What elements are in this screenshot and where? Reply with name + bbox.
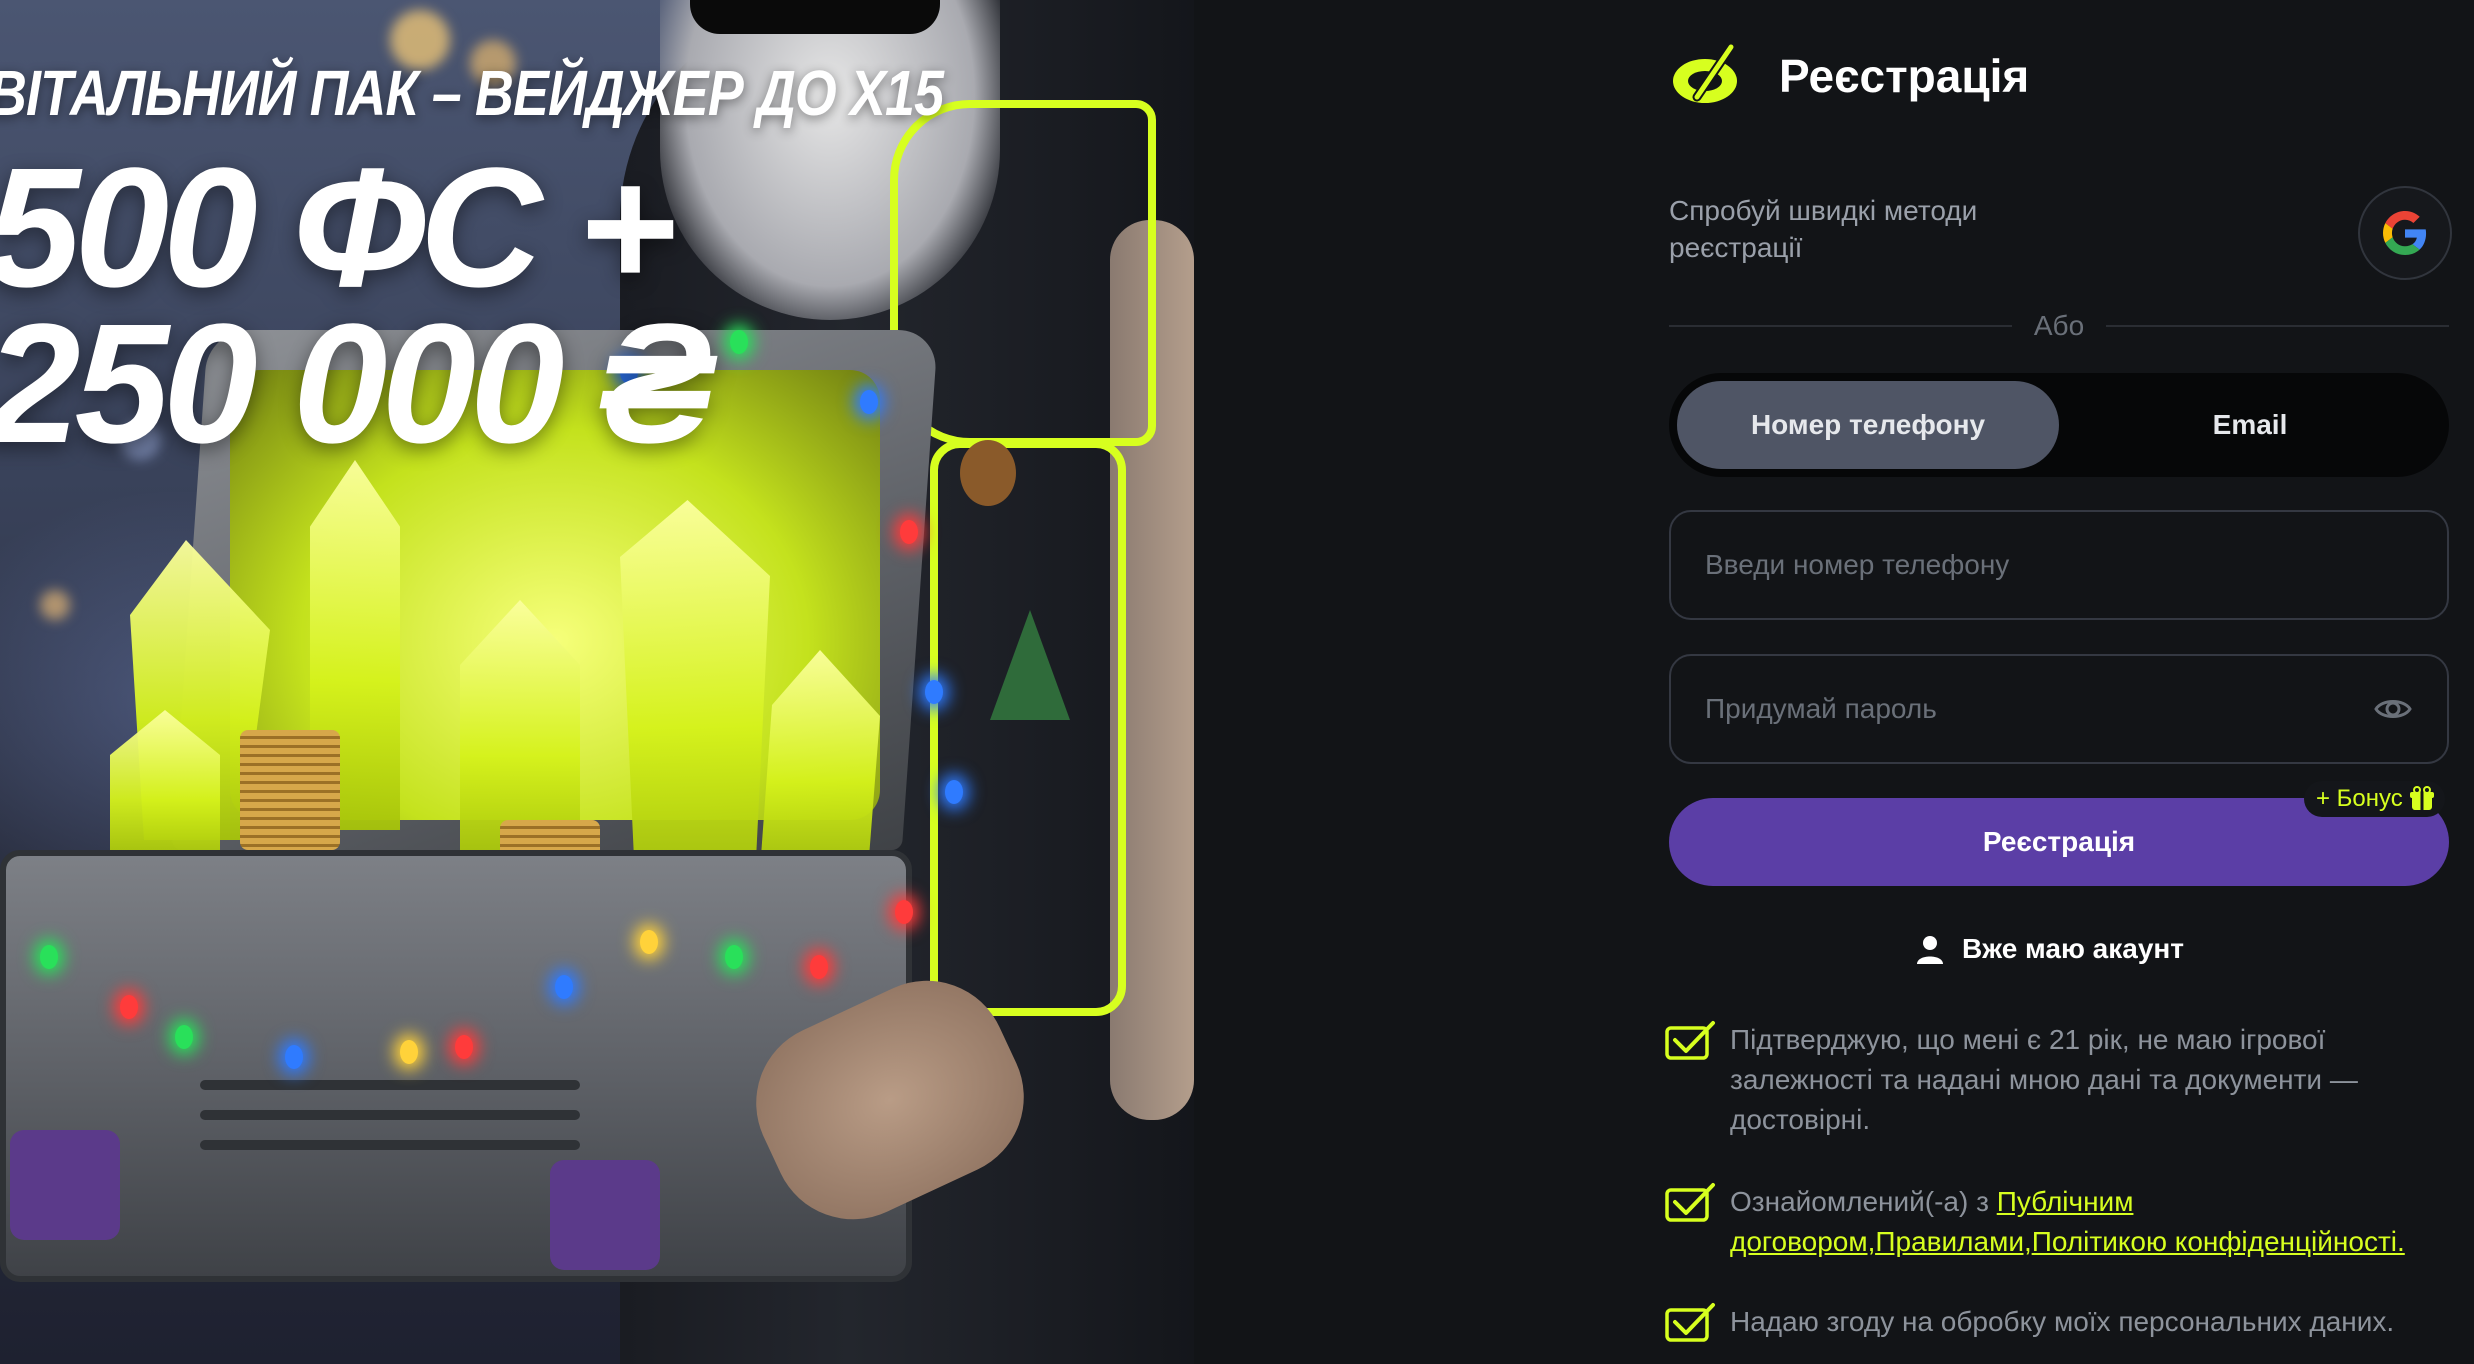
phone-input[interactable] (1703, 548, 2415, 582)
tab-email[interactable]: Email (2059, 381, 2441, 469)
registration-title: Реєстрація (1779, 50, 2030, 102)
promo-title: 500 ФС + 250 000 ₴ (0, 133, 713, 479)
string-light (810, 955, 828, 979)
promo-subtitle: ВІТАЛЬНИЙ ПАК – ВЕЙДЖЕР ДО X15 (0, 57, 944, 129)
chest-corner (550, 1160, 660, 1270)
promo-banner: ВІТАЛЬНИЙ ПАК – ВЕЙДЖЕР ДО X15 500 ФС + … (0, 0, 1194, 1364)
password-field (1669, 654, 2449, 764)
consent-personal-data: Надаю згоду на обробку моїх персональних… (1664, 1302, 2454, 1344)
vest-trim (930, 440, 1126, 1016)
crystal (620, 500, 770, 880)
string-light (40, 945, 58, 969)
string-light (900, 520, 918, 544)
password-input[interactable] (1703, 692, 2371, 726)
consent-personal-data-text: Надаю згоду на обробку моїх персональних… (1730, 1306, 2395, 1337)
or-text: Або (2033, 310, 2085, 341)
google-signup-button[interactable] (2358, 186, 2452, 280)
gift-icon (2409, 786, 2434, 810)
consent-rules-text: Ознайомлений(-а) з Публічним договором,П… (1730, 1182, 2454, 1262)
user-icon (1917, 936, 1943, 964)
quick-methods-text: Спробуй швидкі методи реєстрації (1669, 195, 1978, 263)
have-account-label: Вже маю акаунт (1962, 933, 2185, 964)
string-light (175, 1025, 193, 1049)
string-light (285, 1045, 303, 1069)
show-password-button[interactable] (2371, 687, 2415, 731)
phone-field (1669, 510, 2449, 620)
tab-phone[interactable]: Номер телефону (1677, 381, 2059, 469)
string-light (400, 1040, 418, 1064)
chest-corner (10, 1130, 120, 1240)
checkbox-icon[interactable] (1664, 1300, 1716, 1344)
sunglasses (690, 0, 940, 34)
string-light (640, 930, 658, 954)
coin-stack (240, 730, 340, 850)
string-light (925, 680, 943, 704)
chest-vent (200, 1110, 580, 1120)
eye-icon (2374, 700, 2412, 718)
tree-pin (990, 610, 1070, 720)
consent-rules-prefix: Ознайомлений(-а) з (1730, 1186, 1997, 1217)
google-icon (2383, 211, 2427, 255)
string-light (555, 975, 573, 999)
checkbox-icon[interactable] (1664, 1018, 1716, 1062)
privacy-policy-link[interactable]: Політикою конфіденційності. (2032, 1226, 2405, 1257)
checkbox-icon[interactable] (1664, 1180, 1716, 1224)
or-divider: Або (1669, 306, 2450, 346)
consent-age-text: Підтверджую, що мені є 21 рік, не маю іг… (1730, 1024, 2358, 1135)
string-light (455, 1035, 473, 1059)
reindeer-pin (960, 440, 1016, 506)
bonus-badge: + Бонус (2304, 781, 2445, 817)
bonus-badge-label: + Бонус (2316, 785, 2403, 812)
string-light (945, 780, 963, 804)
chest-vent (200, 1140, 580, 1150)
string-light (895, 900, 913, 924)
string-light (725, 945, 743, 969)
divider-line (1669, 325, 2012, 327)
have-account-link[interactable]: Вже маю акаунт (1914, 933, 2184, 965)
divider-line (2106, 325, 2450, 327)
consent-rules: Ознайомлений(-а) з Публічним договором,П… (1664, 1182, 2454, 1262)
registration-panel: Реєстрація Спробуй швидкі методи реєстра… (1194, 0, 2474, 1364)
signup-method-tabs: Номер телефону Email (1669, 373, 2449, 477)
chest-vent (200, 1080, 580, 1090)
brand-logo-icon (1673, 42, 1737, 103)
bokeh-light (40, 590, 70, 620)
consent-age: Підтверджую, що мені є 21 рік, не маю іг… (1664, 1020, 2454, 1140)
rules-link[interactable]: Правилами, (1875, 1226, 2031, 1257)
string-light (120, 995, 138, 1019)
registration-header: Реєстрація (1669, 40, 2029, 112)
